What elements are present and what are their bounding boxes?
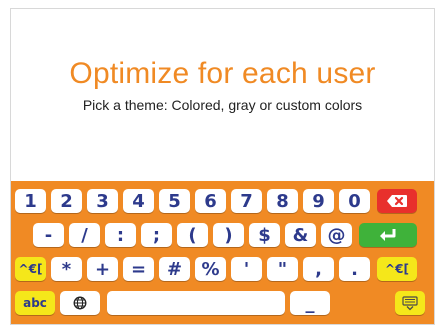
key-colon[interactable]: : bbox=[105, 223, 136, 247]
delete-key[interactable] bbox=[377, 189, 417, 213]
key-8[interactable]: 8 bbox=[267, 189, 298, 213]
key-dollar[interactable]: $ bbox=[249, 223, 280, 247]
key-period[interactable]: . bbox=[339, 257, 370, 281]
key-comma[interactable]: , bbox=[303, 257, 334, 281]
hide-keyboard-icon bbox=[402, 295, 418, 311]
key-9[interactable]: 9 bbox=[303, 189, 334, 213]
key-5[interactable]: 5 bbox=[159, 189, 190, 213]
key-apostrophe[interactable]: ' bbox=[231, 257, 262, 281]
key-plus[interactable]: + bbox=[87, 257, 118, 281]
app-frame: Optimize for each user Pick a theme: Col… bbox=[10, 8, 435, 325]
key-close-paren[interactable]: ) bbox=[213, 223, 244, 247]
key-0[interactable]: 0 bbox=[339, 189, 370, 213]
key-7[interactable]: 7 bbox=[231, 189, 262, 213]
key-underscore[interactable]: _ bbox=[290, 291, 330, 315]
enter-icon bbox=[377, 227, 399, 243]
key-hash[interactable]: # bbox=[159, 257, 190, 281]
enter-key[interactable] bbox=[359, 223, 417, 247]
key-percent[interactable]: % bbox=[195, 257, 226, 281]
hide-keyboard-key[interactable] bbox=[395, 291, 425, 315]
abc-key[interactable]: abc bbox=[15, 291, 55, 315]
key-equals[interactable]: = bbox=[123, 257, 154, 281]
key-3[interactable]: 3 bbox=[87, 189, 118, 213]
key-4[interactable]: 4 bbox=[123, 189, 154, 213]
backspace-icon bbox=[386, 194, 408, 208]
key-semicolon[interactable]: ; bbox=[141, 223, 172, 247]
globe-icon bbox=[73, 296, 87, 310]
page-subtitle: Pick a theme: Colored, gray or custom co… bbox=[82, 97, 363, 113]
page-title: Optimize for each user bbox=[69, 57, 376, 90]
key-open-paren[interactable]: ( bbox=[177, 223, 208, 247]
on-screen-keyboard: 1 2 3 4 5 6 7 8 9 0 - / : ; ( ) $ & @ ^€… bbox=[11, 181, 434, 324]
key-ampersand[interactable]: & bbox=[285, 223, 316, 247]
key-asterisk[interactable]: * bbox=[51, 257, 82, 281]
symbols-switch-left[interactable]: ^€[ bbox=[15, 257, 46, 281]
key-quote[interactable]: " bbox=[267, 257, 298, 281]
key-1[interactable]: 1 bbox=[15, 189, 46, 213]
globe-key[interactable] bbox=[60, 291, 100, 315]
key-slash[interactable]: / bbox=[69, 223, 100, 247]
key-6[interactable]: 6 bbox=[195, 189, 226, 213]
key-dash[interactable]: - bbox=[33, 223, 64, 247]
key-2[interactable]: 2 bbox=[51, 189, 82, 213]
space-bar[interactable] bbox=[107, 291, 285, 315]
symbols-switch-right[interactable]: ^€[ bbox=[377, 257, 417, 281]
key-at[interactable]: @ bbox=[321, 223, 352, 247]
